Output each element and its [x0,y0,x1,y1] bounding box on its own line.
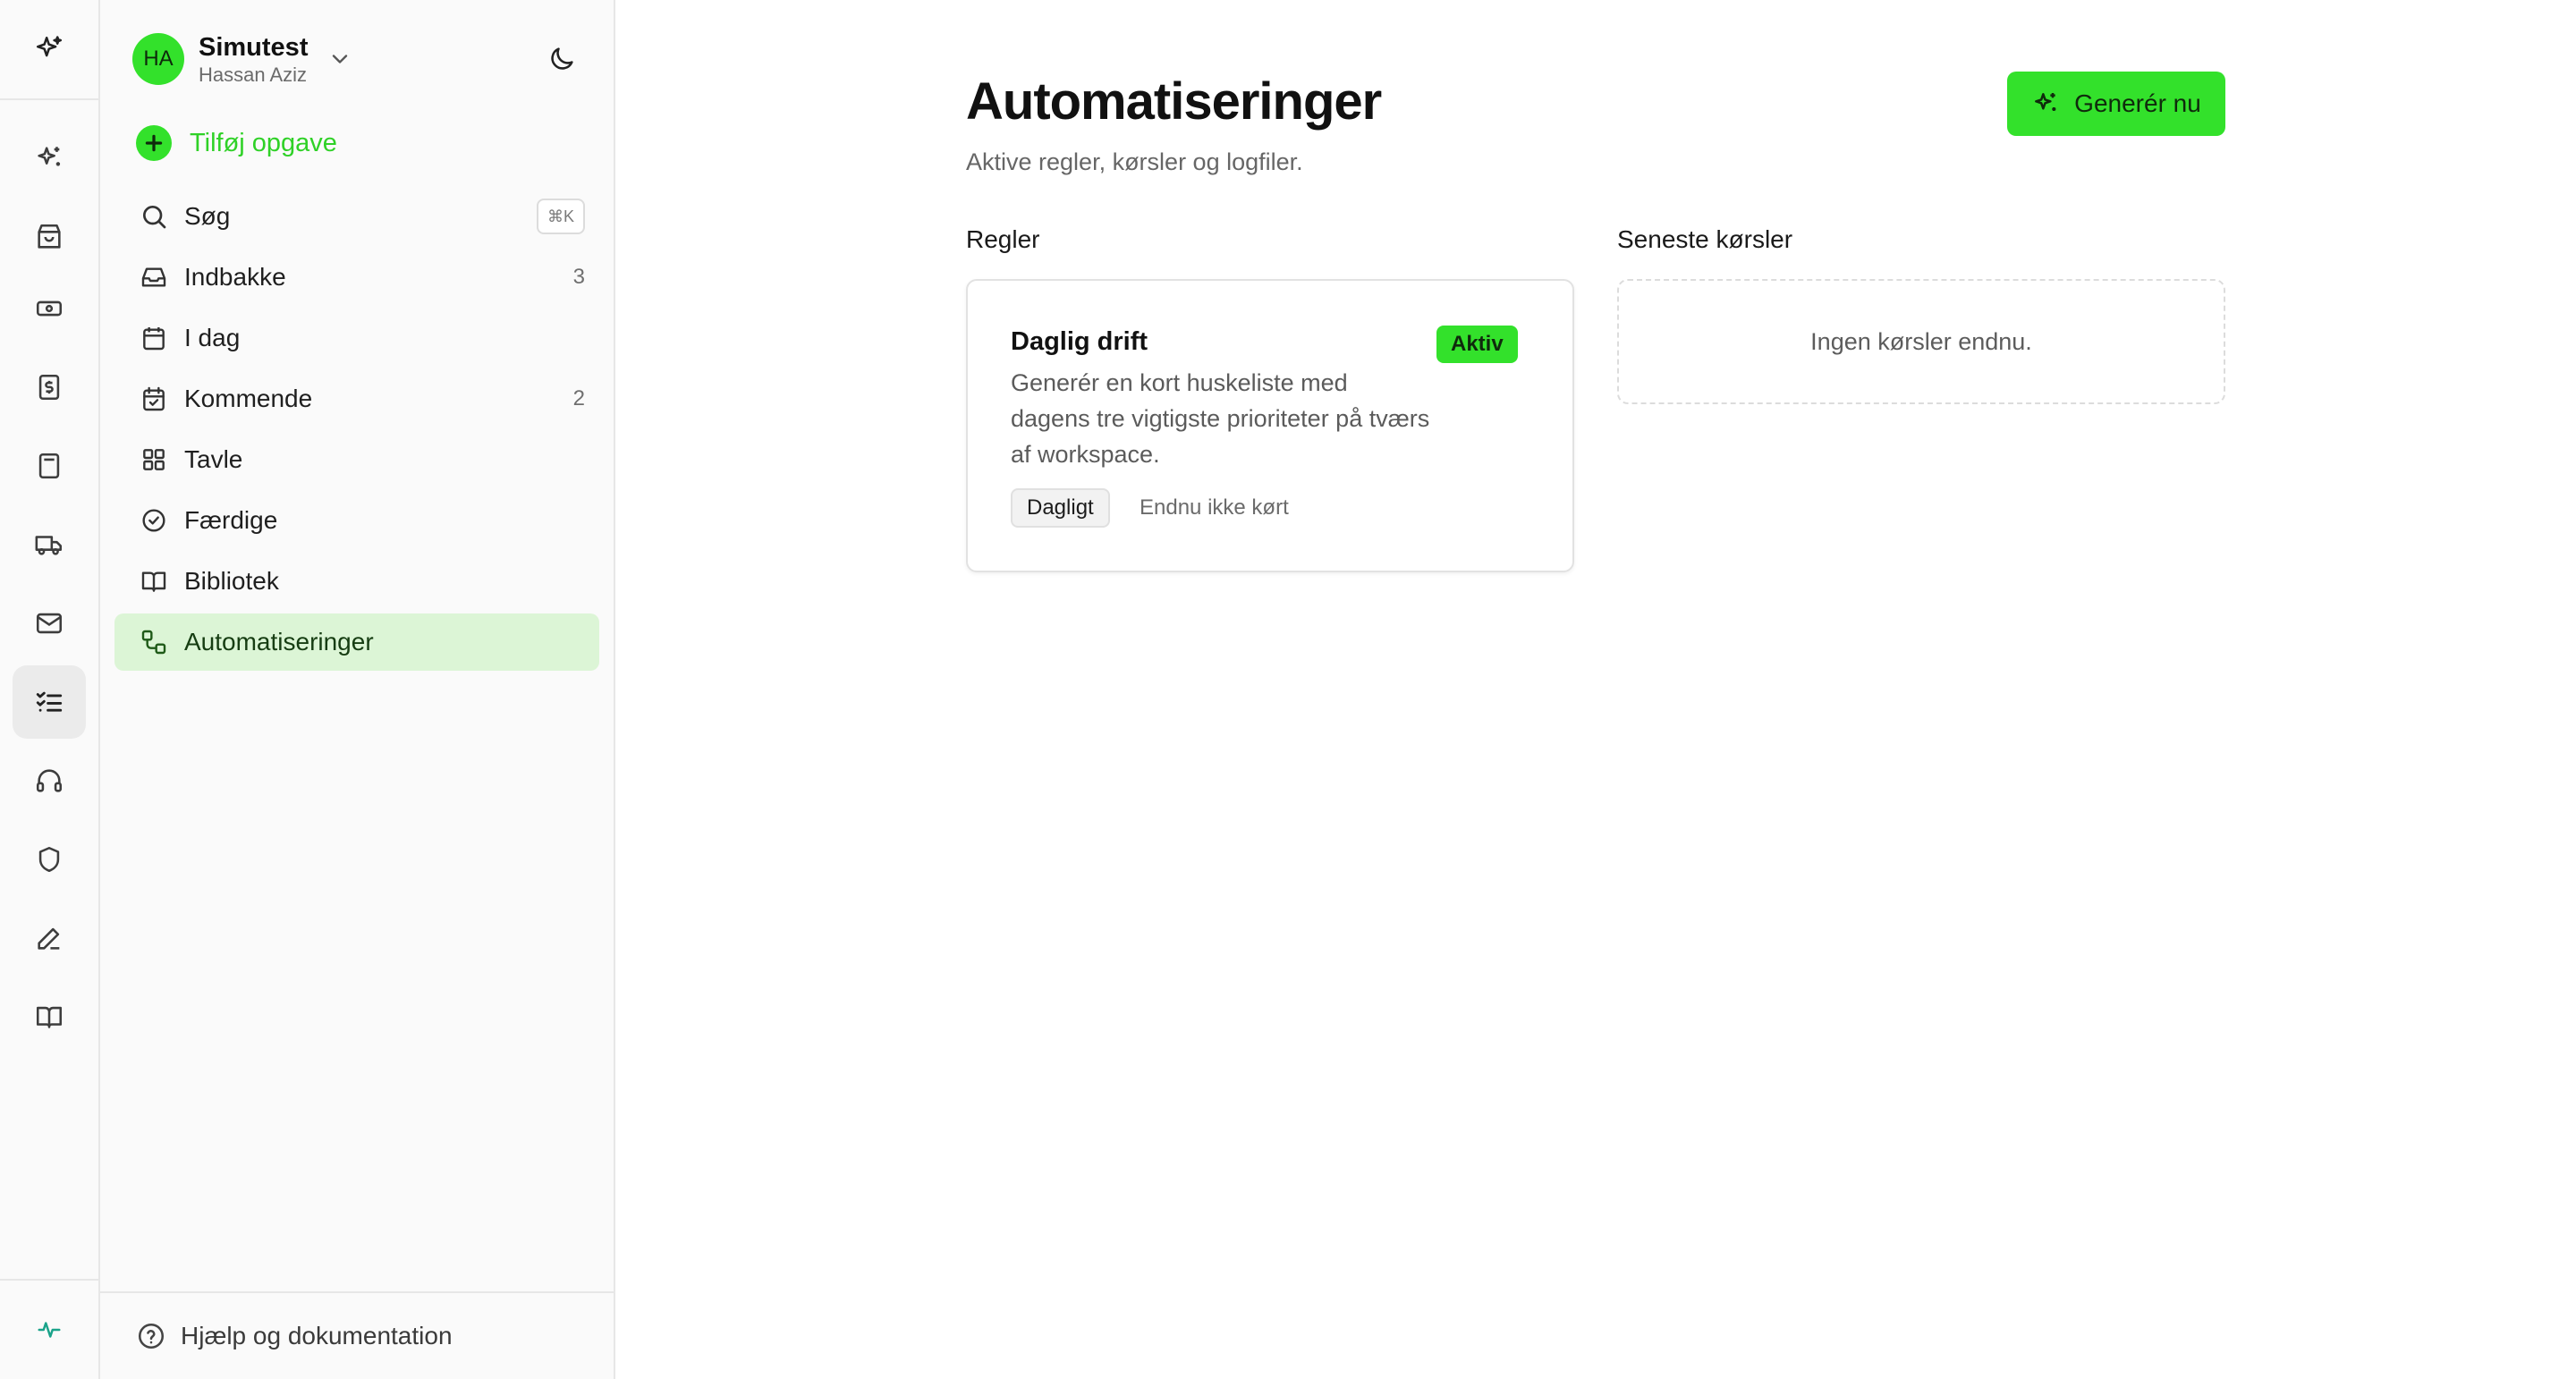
shortcut-badge: ⌘K [536,199,585,234]
item-count: 2 [572,386,585,410]
rule-card[interactable]: Daglig drift Generér en kort huskeliste … [966,279,1574,572]
rule-description: Generér en kort huskeliste med dagens tr… [1011,369,1430,468]
add-task-label: Tilføj opgave [190,128,337,157]
grid-icon [140,445,168,474]
generate-now-label: Generér nu [2074,89,2201,117]
sparkles-logo-icon [36,36,63,57]
sidebar: HA Simutest Hassan Aziz Tilføj opgave Sø… [100,0,615,1379]
sidebar-item-completed[interactable]: Færdige [114,492,599,549]
sidebar-item-label: Automatiseringer [184,628,374,656]
list-checks-icon [36,691,63,712]
calculator-icon [38,453,60,479]
rail-activity-button[interactable] [0,1279,98,1379]
sidebar-item-label: Færdige [184,506,278,534]
shield-icon [38,846,60,873]
page-subtitle: Aktive regler, kørsler og logfiler. [966,148,1303,175]
avatar: HA [132,33,184,85]
help-circle-icon [138,1323,165,1349]
icon-rail [0,0,100,1379]
pen-icon [38,927,60,950]
rail-sparkles-button[interactable] [13,122,86,195]
workspace-user: Hassan Aziz [199,63,308,86]
sidebar-item-label: I dag [184,324,241,351]
recent-runs-heading: Seneste kørsler [1617,225,1793,253]
rule-run-status: Endnu ikke kørt [1140,495,1289,520]
search-icon [140,202,168,231]
sidebar-item-library[interactable]: Bibliotek [114,553,599,610]
rail-tasks-button[interactable] [13,665,86,739]
check-circle-icon [140,506,168,535]
rule-name: Daglig drift [1011,327,1148,356]
rail-mail-button[interactable] [13,587,86,660]
empty-state-text: Ingen kørsler endnu. [1810,327,2032,355]
workspace-name: Simutest [199,33,309,62]
help-docs-link[interactable]: Hjælp og dokumentation [136,1321,453,1351]
plus-circle-icon [136,125,172,161]
app-logo[interactable] [0,0,98,100]
help-docs-label: Hjælp og dokumentation [181,1322,453,1349]
sidebar-item-board[interactable]: Tavle [114,431,599,488]
mail-icon [36,613,63,634]
shopping-bag-icon [38,224,61,249]
calendar-icon [140,324,168,352]
workspace-names: Simutest Hassan Aziz [199,31,308,87]
workspace-switcher[interactable]: HA Simutest Hassan Aziz [132,30,352,88]
rail-support-button[interactable] [13,744,86,817]
sidebar-footer: Hjælp og dokumentation [100,1291,614,1379]
book-icon [140,567,168,596]
sidebar-item-label: Søg [184,202,231,230]
status-badge: Aktiv [1436,326,1518,363]
rail-docs-button[interactable] [13,980,86,1053]
frequency-badge: Dagligt [1011,488,1110,528]
book-open-icon [36,1006,63,1028]
inbox-icon [140,263,168,292]
sparkles-icon [2035,93,2056,111]
activity-icon [38,1322,61,1338]
rail-billing-button[interactable] [13,351,86,424]
recent-runs-empty-state: Ingen kørsler endnu. [1617,279,2225,404]
chevron-down-icon [333,55,348,63]
sidebar-item-search[interactable]: Søg ⌘K [114,188,599,245]
headphones-icon [36,769,63,792]
rail-money-button[interactable] [13,272,86,345]
sidebar-item-today[interactable]: I dag [114,309,599,367]
app-window: HA Simutest Hassan Aziz Tilføj opgave Sø… [0,0,2576,1379]
sidebar-item-label: Tavle [184,445,243,473]
calendar-check-icon [140,385,168,413]
sidebar-item-automations[interactable]: Automatiseringer [114,613,599,671]
banknote-icon [36,300,63,317]
sidebar-item-inbox[interactable]: Indbakke 3 [114,249,599,306]
item-count: 3 [572,265,585,289]
main-content: Automatiseringer Aktive regler, kørsler … [617,0,2576,1379]
sidebar-item-label: Bibliotek [184,567,279,595]
sidebar-nav: Søg ⌘K Indbakke 3 I dag Kommende 2 Tavle… [114,188,599,674]
rules-heading: Regler [966,225,1040,253]
moon-icon [551,47,573,70]
page-title: Automatiseringer [966,72,1382,131]
truck-icon [35,536,63,555]
receipt-dollar-icon [38,374,60,401]
workflow-icon [140,628,168,656]
rail-edit-button[interactable] [13,901,86,975]
sidebar-item-label: Indbakke [184,263,286,291]
theme-toggle-button[interactable] [542,39,581,79]
sidebar-item-upcoming[interactable]: Kommende 2 [114,370,599,427]
rail-security-button[interactable] [13,823,86,896]
rail-shop-button[interactable] [13,200,86,274]
generate-now-button[interactable]: Generér nu [2007,72,2225,136]
sparkles-icon [38,147,61,166]
add-task-button[interactable]: Tilføj opgave [136,123,337,163]
rail-delivery-button[interactable] [13,508,86,581]
rail-calculator-button[interactable] [13,429,86,503]
sidebar-item-label: Kommende [184,385,313,412]
